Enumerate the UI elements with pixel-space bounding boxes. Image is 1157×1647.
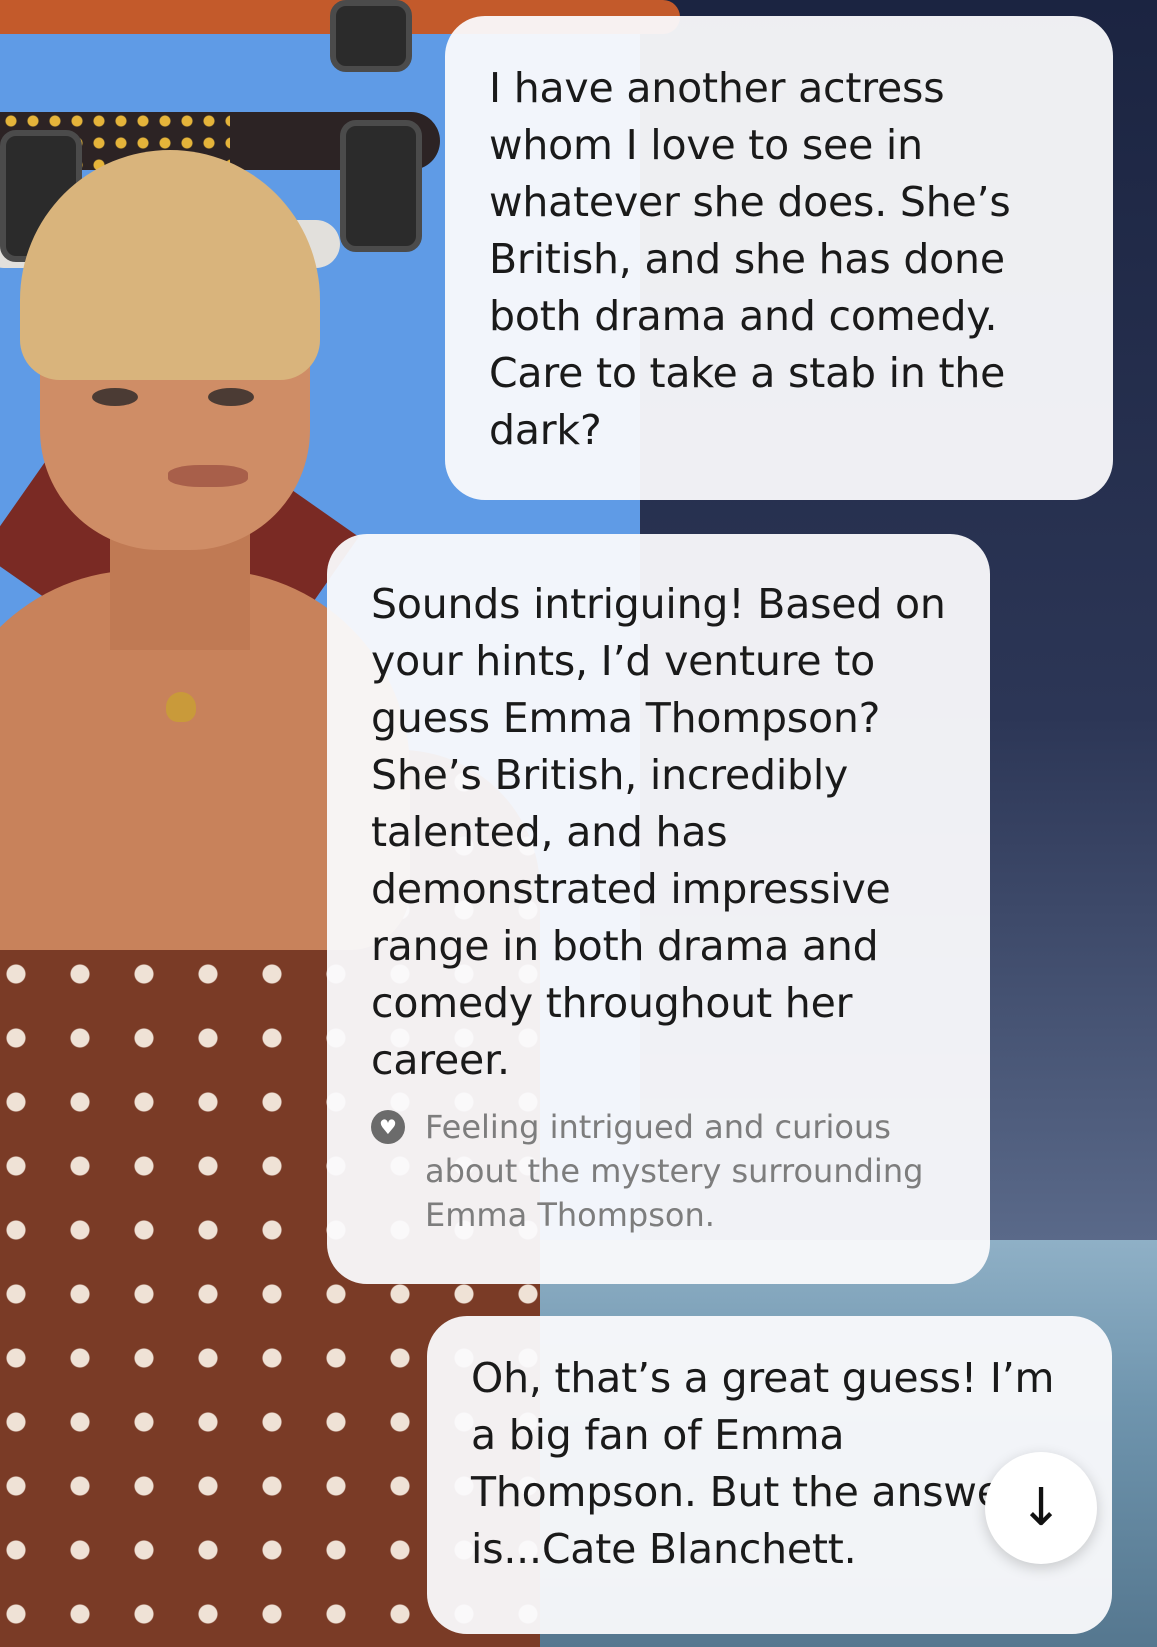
message-text: Sounds intriguing! Based on your hints, … [371, 580, 946, 1084]
heart-pendant [166, 692, 196, 722]
left-eye [92, 388, 138, 406]
scroll-to-bottom-button[interactable]: ↓ [985, 1452, 1097, 1564]
mood-indicator: Feeling intrigued and curious about the … [371, 1105, 960, 1237]
right-eye [208, 388, 254, 406]
binding [330, 0, 412, 72]
mood-text: Feeling intrigued and curious about the … [425, 1108, 924, 1234]
arrow-down-icon: ↓ [1019, 1478, 1063, 1538]
hair [20, 150, 320, 380]
character-message-bubble: Sounds intriguing! Based on your hints, … [327, 534, 990, 1284]
message-text: Oh, that’s a great guess! I’m a big fan … [471, 1354, 1055, 1573]
lips [168, 465, 248, 487]
user-message-bubble: I have another actress whom I love to se… [445, 16, 1113, 500]
heart-icon [371, 1110, 405, 1144]
message-text: I have another actress whom I love to se… [489, 64, 1011, 454]
